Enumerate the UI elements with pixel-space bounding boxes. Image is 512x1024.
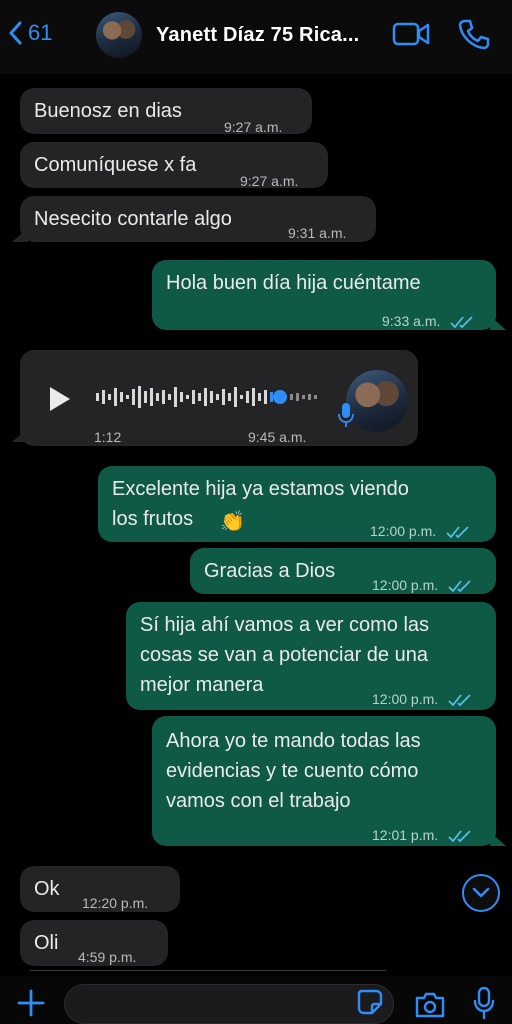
divider [30, 970, 386, 971]
audio-message-bubble[interactable]: 1:12 9:45 a.m. [20, 350, 418, 446]
sender-avatar [346, 370, 408, 432]
message-time: 9:27 a.m. [240, 173, 299, 189]
read-ticks-icon [448, 830, 471, 843]
audio-duration: 1:12 [94, 429, 122, 445]
message-bubble-incoming[interactable]: Comuníquese x fa 9:27 a.m. [20, 142, 328, 189]
message-time: 9:33 a.m. [382, 306, 474, 336]
contact-name[interactable]: Yanett Díaz 75 Rica... [156, 24, 359, 47]
time-label: 12:01 p.m. [372, 827, 439, 843]
message-bubble-outgoing[interactable]: Gracias a Dios 12:00 p.m. [190, 548, 496, 594]
message-bubble-incoming[interactable]: Nesecito contarle algo 9:31 a.m. [20, 196, 376, 242]
contact-avatar[interactable] [96, 12, 142, 58]
chevron-down-icon [472, 887, 490, 898]
message-time: 12:01 p.m. [372, 820, 472, 850]
read-ticks-icon [448, 580, 471, 593]
message-time: 12:00 p.m. [372, 684, 472, 714]
message-text: cosas se van a potenciar de una [140, 644, 428, 666]
message-time: 9:31 a.m. [288, 225, 347, 241]
message-time: 9:45 a.m. [248, 429, 307, 445]
time-label: 12:00 p.m. [370, 523, 437, 539]
back-button[interactable]: 61 [8, 20, 52, 46]
message-text: Ok [34, 878, 60, 900]
message-text: evidencias y te cuento cómo [166, 760, 419, 782]
clapping-emoji: 👏 [220, 509, 245, 533]
video-call-icon[interactable] [392, 20, 430, 48]
play-icon[interactable] [48, 386, 72, 412]
read-ticks-icon [450, 316, 473, 329]
message-text: vamos con el trabajo [166, 790, 351, 812]
message-text: Excelente hija ya estamos viendo [112, 478, 409, 500]
phone-icon[interactable] [458, 18, 490, 50]
chat-header: 61 Yanett Díaz 75 Rica... [0, 0, 512, 74]
message-text: los frutos [112, 508, 194, 530]
message-text: Nesecito contarle algo [34, 208, 232, 230]
audio-waveform[interactable] [96, 384, 322, 410]
message-time: 12:20 p.m. [82, 895, 149, 911]
camera-icon[interactable] [414, 992, 446, 1018]
message-text: Buenosz en dias [34, 100, 182, 122]
time-label: 12:00 p.m. [372, 577, 439, 593]
read-ticks-icon [448, 694, 471, 707]
message-bubble-incoming[interactable]: Oli 4:59 p.m. [20, 920, 168, 966]
message-text: Sí hija ahí vamos a ver como las [140, 614, 430, 636]
message-bubble-incoming[interactable]: Ok 12:20 p.m. [20, 866, 180, 912]
message-time: 12:00 p.m. [370, 516, 470, 546]
message-text: Ahora yo te mando todas las [166, 730, 421, 752]
message-bubble-outgoing[interactable]: Excelente hija ya estamos viendo los fru… [98, 466, 496, 542]
time-label: 9:33 a.m. [382, 313, 441, 329]
message-text: Oli [34, 932, 59, 954]
scroll-to-bottom-button[interactable] [462, 874, 500, 912]
chevron-left-icon [9, 21, 22, 45]
plus-icon[interactable] [16, 988, 46, 1018]
message-time: 4:59 p.m. [78, 949, 137, 965]
message-bubble-outgoing[interactable]: Ahora yo te mando todas las evidencias y… [152, 716, 496, 846]
back-count: 61 [28, 20, 53, 45]
read-ticks-icon [446, 526, 469, 539]
microphone-icon [338, 403, 354, 427]
message-text: Comuníquese x fa [34, 154, 197, 176]
message-time: 9:27 a.m. [224, 119, 283, 135]
message-bubble-outgoing[interactable]: Hola buen día hija cuéntame 9:33 a.m. [152, 260, 496, 330]
message-time: 12:00 p.m. [372, 570, 472, 600]
message-text: mejor manera [140, 674, 264, 696]
sticker-icon[interactable] [356, 988, 384, 1016]
bubble-tail [490, 316, 506, 330]
message-text: Hola buen día hija cuéntame [166, 272, 421, 294]
message-input[interactable] [64, 984, 394, 1024]
message-bubble-outgoing[interactable]: Sí hija ahí vamos a ver como las cosas s… [126, 602, 496, 710]
message-text: Gracias a Dios [204, 560, 336, 582]
microphone-icon[interactable] [472, 986, 496, 1020]
time-label: 12:00 p.m. [372, 691, 439, 707]
message-bubble-incoming[interactable]: Buenosz en dias 9:27 a.m. [20, 88, 312, 135]
